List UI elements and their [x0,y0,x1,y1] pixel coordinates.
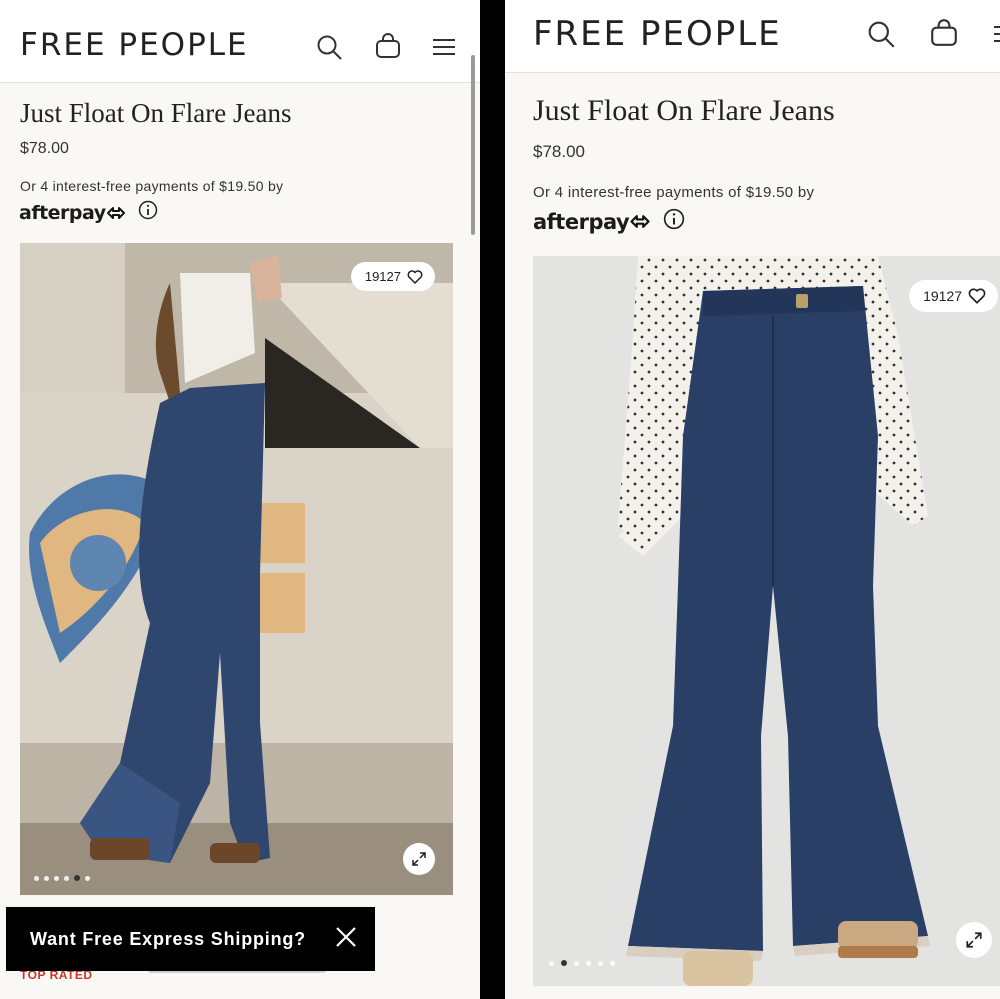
search-icon[interactable] [867,20,897,50]
bag-icon[interactable] [929,18,959,48]
brand-logo[interactable]: FREE PEOPLE [533,14,782,54]
afterpay-logo: afterpay [19,202,126,224]
installment-text: Or 4 interest-free payments of $19.50 by [20,178,284,194]
right-screen: FREE PEOPLE Just Float On Flare Jeans $7… [505,0,1000,999]
menu-icon[interactable] [432,37,456,57]
menu-icon[interactable] [993,24,1000,44]
expand-icon[interactable] [956,922,992,958]
search-icon[interactable] [316,34,344,62]
heart-icon[interactable] [968,288,986,304]
left-screen: FREE PEOPLE Just Float On Flare Jeans $7… [0,0,480,999]
info-icon[interactable] [138,200,158,225]
product-image[interactable]: 19127 [20,243,453,895]
carousel-dot[interactable] [586,960,591,966]
afterpay-row: afterpay [533,208,685,235]
carousel-dot[interactable] [610,960,615,966]
carousel-dot[interactable] [44,875,49,881]
product-title: Just Float On Flare Jeans [20,98,292,128]
site-header: FREE PEOPLE [505,0,1000,73]
carousel-dot[interactable] [34,875,39,881]
heart-icon[interactable] [407,269,423,284]
brand-logo[interactable]: FREE PEOPLE [20,27,249,63]
carousel-dot[interactable] [74,875,80,881]
like-count: 19127 [923,288,962,304]
carousel-dot[interactable] [549,960,554,966]
carousel-dots [34,875,90,881]
scrollbar[interactable] [471,55,475,235]
like-counter[interactable]: 19127 [909,280,998,312]
toast-text: Want Free Express Shipping? [30,928,306,949]
shipping-toast[interactable]: Want Free Express Shipping? [6,907,375,971]
carousel-dot[interactable] [64,875,69,881]
expand-icon[interactable] [403,843,435,875]
carousel-dot[interactable] [561,960,567,966]
like-counter[interactable]: 19127 [350,262,435,291]
afterpay-logo: afterpay [533,210,651,234]
bag-icon[interactable] [374,32,402,60]
close-icon[interactable] [335,926,357,953]
product-price: $78.00 [533,142,585,161]
product-photo-illustration [533,256,1000,986]
afterpay-row: afterpay [19,200,158,225]
carousel-dot[interactable] [54,875,59,881]
product-price: $78.00 [20,140,69,157]
carousel-dot[interactable] [598,960,603,966]
installment-text: Or 4 interest-free payments of $19.50 by [533,184,815,201]
info-icon[interactable] [663,208,685,235]
product-title: Just Float On Flare Jeans [533,94,835,127]
carousel-dot[interactable] [85,875,90,881]
carousel-dots [549,960,615,966]
like-count: 19127 [364,269,401,284]
site-header: FREE PEOPLE [0,0,480,83]
product-photo-illustration [20,243,453,895]
carousel-dot[interactable] [574,960,579,966]
product-image[interactable]: 19127 [533,256,1000,986]
